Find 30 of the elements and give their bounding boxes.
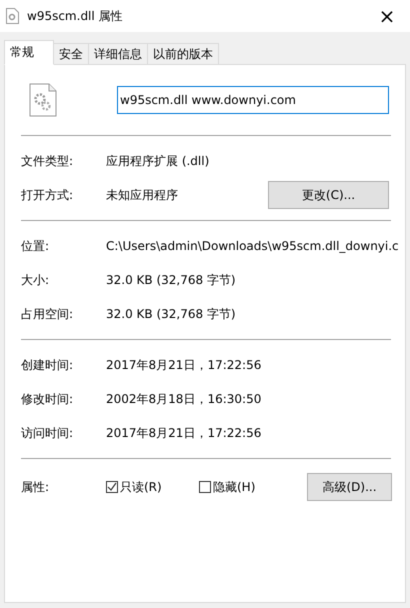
tab[interactable]: 常规 [4, 40, 54, 65]
field-label: 大小: [21, 272, 50, 288]
checkbox[interactable] [106, 481, 118, 493]
field-label: 位置: [21, 238, 50, 254]
advanced-button[interactable]: 高级(D)... [307, 473, 392, 501]
field-label: 属性: [21, 478, 50, 496]
tab[interactable]: 以前的版本 [147, 43, 219, 64]
field-value: C:\Users\admin\Downloads\w95scm.dll_downyi.c [106, 239, 399, 253]
checkbox-label: 只读(R) [120, 478, 162, 496]
field-value: 32.0 KB (32,768 字节) [106, 306, 237, 322]
window-title: w95scm.dll 属性 [27, 8, 124, 24]
field-label: 修改时间: [21, 390, 74, 408]
file-name-field[interactable]: w95scm.dll www.downyi.com [117, 86, 389, 114]
file-gear-icon [29, 83, 57, 117]
change-button[interactable]: 更改(C)... [268, 181, 389, 209]
field-value: 2002年8月18日，16:30:50 [106, 390, 262, 408]
field-value: 未知应用程序 [106, 186, 179, 204]
field-value: 32.0 KB (32,768 字节) [106, 272, 237, 288]
field-label: 访问时间: [21, 424, 74, 442]
field-label: 占用空间: [21, 306, 74, 322]
field-value: 2017年8月21日，17:22:56 [106, 356, 262, 374]
close-button[interactable]: × [364, 0, 410, 32]
checkbox-label: 隐藏(H) [213, 478, 256, 496]
field-label: 打开方式: [21, 186, 74, 204]
checkbox[interactable] [199, 481, 211, 493]
field-value: 2017年8月21日，17:22:56 [106, 424, 262, 442]
file-icon [6, 8, 19, 24]
field-label: 文件类型: [21, 152, 74, 170]
field-value: 应用程序扩展 (.dll) [106, 152, 210, 170]
field-label: 创建时间: [21, 356, 74, 374]
